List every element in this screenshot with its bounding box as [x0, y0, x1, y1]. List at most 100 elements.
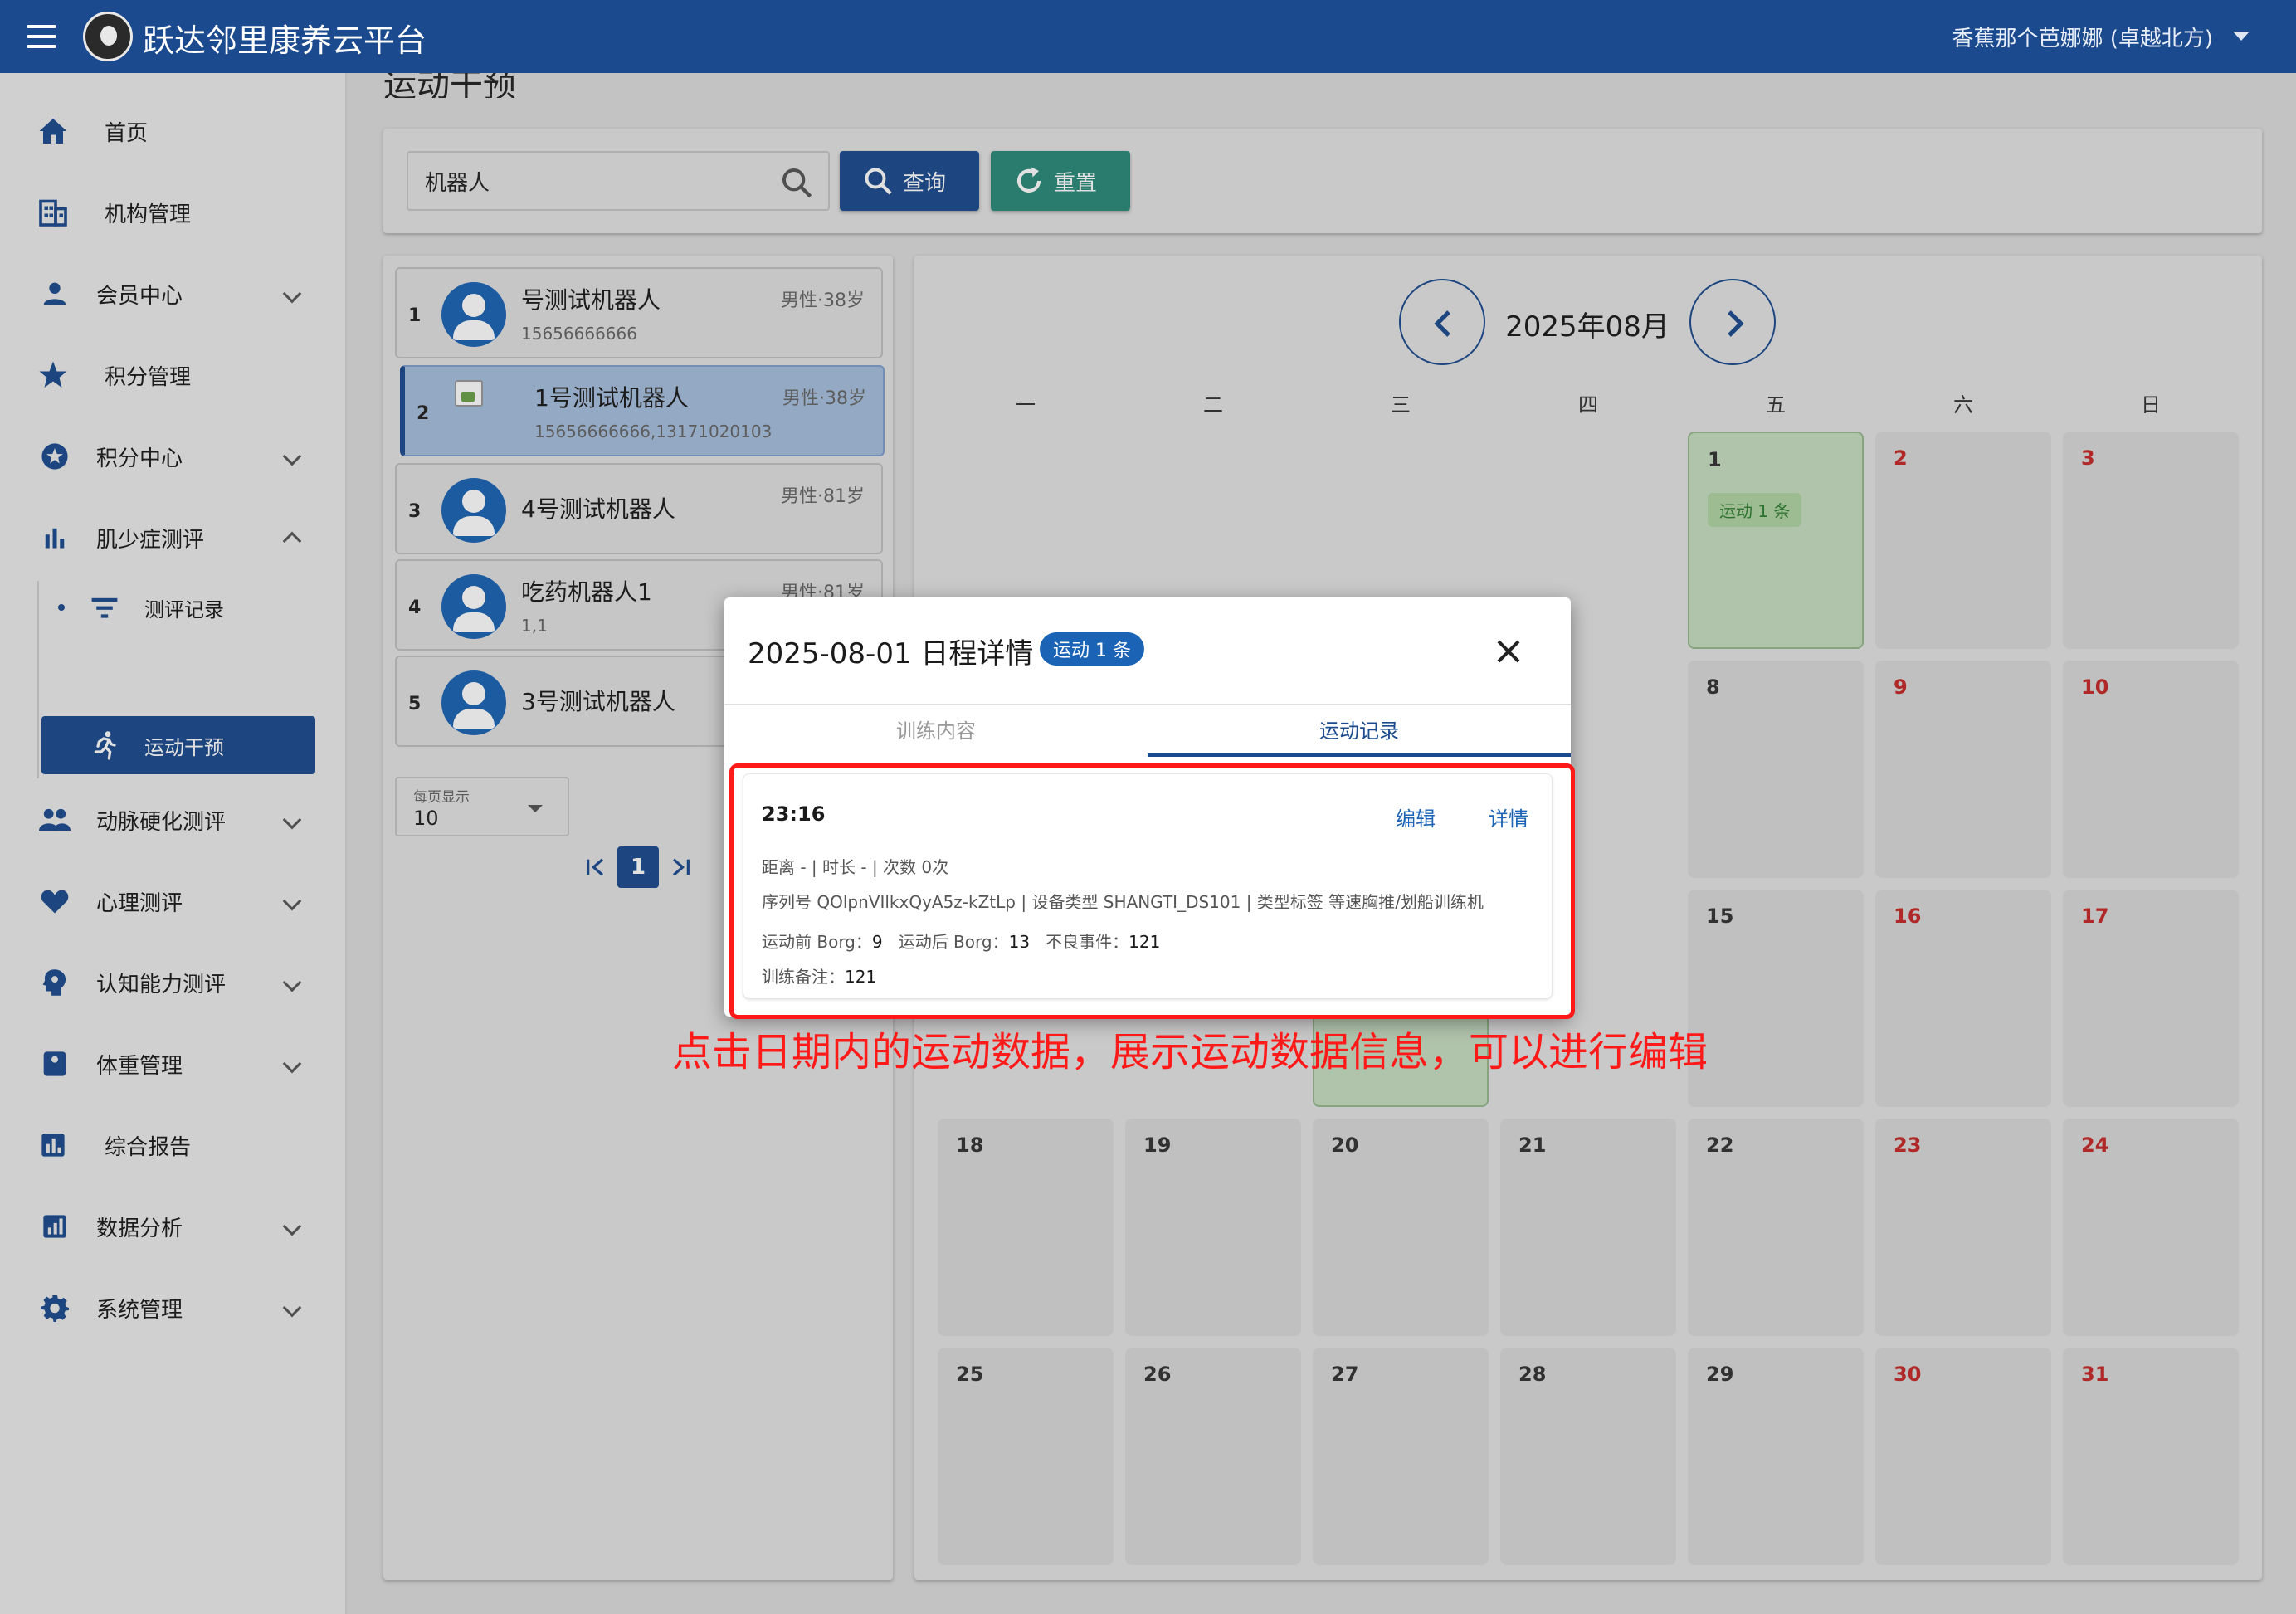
- reset-label: 重置: [1054, 170, 1098, 196]
- sidebar-item-member[interactable]: 会员中心: [0, 261, 332, 327]
- sidebar-item-weight[interactable]: 体重管理: [0, 1031, 332, 1097]
- weekday-label: 日: [2141, 393, 2161, 417]
- calendar-day[interactable]: 25: [938, 1348, 1114, 1565]
- sidebar-item-cognitive[interactable]: 认知能力测评: [0, 949, 332, 1016]
- exercise-badge[interactable]: 运动 1 条: [1708, 493, 1802, 527]
- calendar-day[interactable]: 18: [938, 1119, 1114, 1336]
- chevron-down-icon: [282, 1298, 302, 1318]
- brain-icon: [38, 966, 71, 999]
- tab-training-content[interactable]: 训练内容: [724, 710, 1148, 752]
- calendar-day[interactable]: 15: [1688, 890, 1864, 1107]
- menu-icon[interactable]: [25, 22, 58, 51]
- calendar-day[interactable]: 9: [1875, 661, 2051, 878]
- refresh-icon: [1016, 167, 1041, 193]
- chevron-down-icon: [282, 891, 302, 911]
- sidebar: 首页 机构管理 会员中心 积分管理 积分中心 肌少症测评 测评记录 运动干预 动…: [0, 73, 347, 1614]
- calendar-day[interactable]: 27: [1313, 1348, 1489, 1565]
- running-icon: [88, 729, 121, 762]
- people-icon: [38, 803, 71, 836]
- calendar-day[interactable]: 19: [1125, 1119, 1301, 1336]
- search-icon[interactable]: [780, 166, 813, 199]
- sidebar-item-report[interactable]: 综合报告: [0, 1112, 332, 1178]
- calendar-day[interactable]: 2: [1875, 432, 2051, 649]
- avatar: [441, 574, 506, 639]
- calendar-day[interactable]: 24: [2063, 1119, 2239, 1336]
- calendar-day[interactable]: 30: [1875, 1348, 2051, 1565]
- filter-icon: [88, 591, 121, 624]
- member-item[interactable]: 3 4号测试机器人 男性·81岁: [395, 463, 883, 554]
- calendar-day[interactable]: 23: [1875, 1119, 2051, 1336]
- sidebar-item-assessment-records[interactable]: 测评记录: [0, 574, 332, 641]
- chevron-right-icon: [1728, 310, 1744, 337]
- chevron-down-icon: [282, 810, 302, 830]
- broken-image-icon: [455, 380, 483, 407]
- building-icon: [37, 196, 70, 229]
- calendar-day[interactable]: 10: [2063, 661, 2239, 878]
- sidebar-item-analytics[interactable]: 数据分析: [0, 1193, 332, 1260]
- chevron-down-icon: [282, 1054, 302, 1074]
- calendar-day[interactable]: 16: [1875, 890, 2051, 1107]
- query-button[interactable]: 查询: [840, 151, 979, 211]
- gear-icon: [38, 1291, 71, 1324]
- first-page-icon: [587, 858, 604, 876]
- app-title: 跃达邻里康养云平台: [143, 22, 427, 59]
- analytics-icon: [38, 1210, 71, 1243]
- chevron-down-icon: [282, 973, 302, 992]
- user-menu[interactable]: 香蕉那个芭娜娜 (卓越北方): [1952, 22, 2213, 52]
- first-page-button[interactable]: [579, 846, 612, 888]
- avatar: [441, 282, 506, 347]
- avatar: [441, 670, 506, 735]
- calendar-day[interactable]: 20: [1313, 1119, 1489, 1336]
- chevron-left-icon: [1434, 310, 1450, 337]
- weekday-label: 二: [1203, 393, 1223, 417]
- member-item[interactable]: 1 号测试机器人 15656666666 男性·38岁: [395, 267, 883, 358]
- sidebar-item-exercise-intervention[interactable]: 运动干预: [0, 712, 332, 778]
- calendar-month-title: 2025年08月: [1505, 310, 1670, 344]
- close-icon[interactable]: [1496, 639, 1521, 664]
- search-input[interactable]: [407, 151, 830, 211]
- sidebar-item-points-center[interactable]: 积分中心: [0, 423, 332, 490]
- sidebar-item-points-manage[interactable]: 积分管理: [0, 342, 332, 408]
- dialog-title: 2025-08-01 日程详情: [748, 637, 1034, 670]
- divider: [724, 704, 1571, 705]
- calendar-day[interactable]: 21: [1500, 1119, 1676, 1336]
- chevron-down-icon[interactable]: [2233, 32, 2250, 41]
- search-panel: 查询 重置: [383, 129, 2262, 233]
- weekday-label: 六: [1953, 393, 1973, 417]
- annotation-highlight-box: [729, 763, 1575, 1019]
- per-page-select[interactable]: 每页显示 10: [395, 777, 569, 836]
- member-item-selected[interactable]: 2 1号测试机器人 15656666666,13171020103 男性·38岁: [400, 365, 885, 456]
- calendar-day[interactable]: 22: [1688, 1119, 1864, 1336]
- page-button-current[interactable]: 1: [617, 846, 659, 888]
- calendar-day[interactable]: 3: [2063, 432, 2239, 649]
- calendar-day[interactable]: 29: [1688, 1348, 1864, 1565]
- next-month-button[interactable]: [1689, 279, 1776, 365]
- weekday-label: 三: [1391, 393, 1411, 417]
- sidebar-item-institution[interactable]: 机构管理: [0, 179, 332, 246]
- tab-exercise-records[interactable]: 运动记录: [1148, 710, 1571, 752]
- sidebar-item-home[interactable]: 首页: [0, 98, 332, 164]
- calendar-day[interactable]: 8: [1688, 661, 1864, 878]
- prev-month-button[interactable]: [1399, 279, 1485, 365]
- last-page-icon: [672, 858, 690, 876]
- calendar-day[interactable]: 1 运动 1 条: [1688, 432, 1864, 649]
- avatar: [441, 478, 506, 543]
- last-page-button[interactable]: [664, 846, 697, 888]
- chevron-up-icon: [282, 531, 302, 551]
- sidebar-item-arteriosclerosis[interactable]: 动脉硬化测评: [0, 787, 332, 853]
- calendar-day[interactable]: 26: [1125, 1348, 1301, 1565]
- sidebar-item-psychology[interactable]: 心理测评: [0, 868, 332, 934]
- query-label: 查询: [903, 170, 947, 196]
- search-icon: [865, 168, 892, 195]
- sidebar-item-sarcopenia[interactable]: 肌少症测评: [0, 505, 332, 571]
- bullet-icon: [58, 604, 65, 611]
- calendar-day[interactable]: 31: [2063, 1348, 2239, 1565]
- reset-button[interactable]: 重置: [991, 151, 1130, 211]
- chevron-down-icon: [528, 805, 543, 812]
- sidebar-item-system[interactable]: 系统管理: [0, 1275, 332, 1341]
- weekday-label: 四: [1578, 393, 1598, 417]
- dialog-badge: 运动 1 条: [1040, 632, 1144, 666]
- calendar-day[interactable]: 28: [1500, 1348, 1676, 1565]
- star-icon: [37, 358, 70, 392]
- calendar-day[interactable]: 17: [2063, 890, 2239, 1107]
